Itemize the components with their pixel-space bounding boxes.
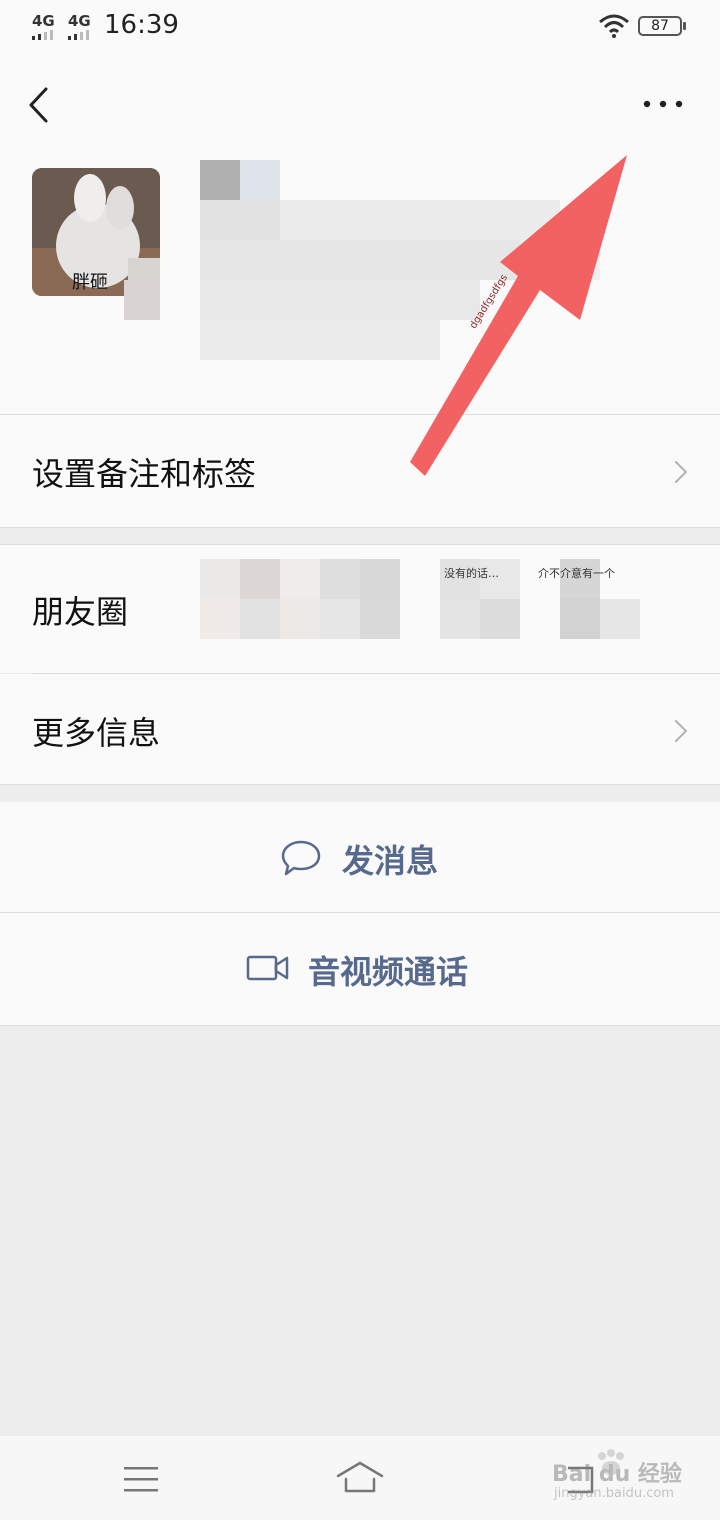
more-info-label: 更多信息 <box>32 714 161 752</box>
avatar[interactable]: 胖砸 <box>32 168 160 296</box>
divider <box>0 527 720 528</box>
more-options-icon[interactable] <box>642 98 684 110</box>
signal-label-2: 4G <box>68 12 91 30</box>
moments-row[interactable]: 朋友圈 没有的话… 介不介意有一个 <box>0 545 720 673</box>
annotation-arrow <box>410 155 627 476</box>
remark-tag-label: 设置备注和标签 <box>32 455 257 493</box>
video-call-label: 音视频通话 <box>308 953 469 991</box>
watermark-text: Bai du 经验 <box>552 1462 682 1487</box>
more-info-row[interactable]: 更多信息 <box>0 674 720 784</box>
wifi-icon <box>599 14 629 38</box>
chevron-right-icon <box>664 719 688 743</box>
send-message-button[interactable]: 发消息 <box>0 802 720 912</box>
watermark: Bai du 经验 jingyan.baidu.com <box>552 1448 702 1508</box>
chat-bubble-icon <box>281 840 321 876</box>
signal-bars-icon <box>68 30 89 40</box>
menu-icon[interactable] <box>124 1466 158 1492</box>
divider <box>0 784 720 785</box>
signal-label-1: 4G <box>32 12 55 30</box>
video-camera-icon <box>246 955 289 981</box>
back-icon[interactable] <box>26 86 54 124</box>
send-message-label: 发消息 <box>342 842 439 880</box>
divider <box>0 1025 720 1026</box>
status-bar: 4G 4G 16:39 87 <box>0 0 720 56</box>
moments-label: 朋友圈 <box>32 593 129 631</box>
video-call-button[interactable]: 音视频通话 <box>0 913 720 1025</box>
moments-preview-text: 介不介意有一个 <box>538 567 615 580</box>
moments-preview-text: 没有的话… <box>444 567 499 580</box>
watermark-url: jingyan.baidu.com <box>554 1486 674 1501</box>
chevron-right-icon <box>664 460 688 484</box>
avatar-caption: 胖砸 <box>72 272 108 293</box>
clock: 16:39 <box>104 10 179 40</box>
home-icon[interactable] <box>334 1460 386 1494</box>
battery-indicator: 87 <box>638 16 686 36</box>
moments-thumbnails: 没有的话… 介不介意有一个 <box>200 559 640 639</box>
blurred-block <box>124 280 160 320</box>
signal-bars-icon <box>32 30 53 40</box>
